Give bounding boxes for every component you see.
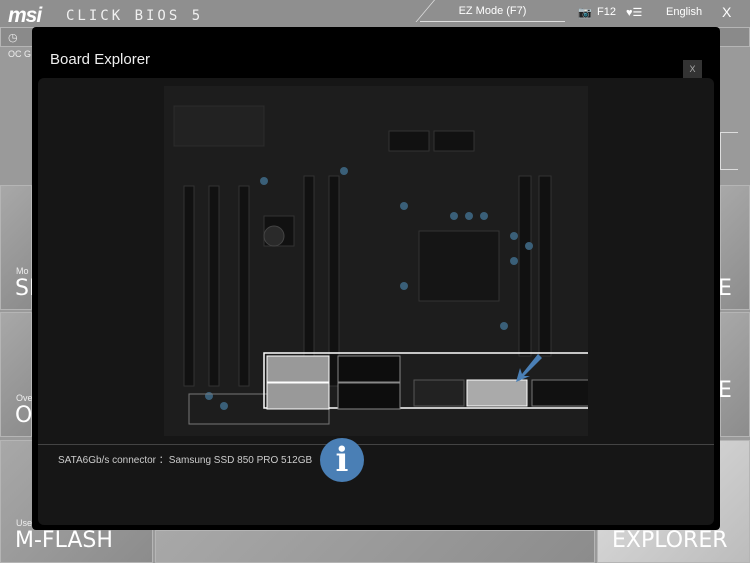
tile-title: EXPLORER	[612, 528, 728, 553]
favorites-icon[interactable]: ♥☰	[626, 6, 642, 19]
msi-logo: msi	[8, 4, 42, 27]
product-name: CLICK BIOS 5	[66, 8, 204, 24]
tile-label: Ove	[16, 393, 33, 403]
language-button[interactable]: English	[666, 6, 702, 18]
top-bar: msi CLICK BIOS 5 EZ Mode (F7) 📷 F12 ♥☰ E…	[0, 0, 750, 27]
center-tile	[155, 530, 595, 563]
tile-title: E	[718, 276, 732, 301]
dialog-body: SATA6Gb/s connector ：Samsung SSD 850 PRO…	[38, 78, 714, 525]
tile-label: Use	[16, 518, 33, 528]
motherboard-image[interactable]	[164, 86, 599, 436]
screenshot-key: F12	[597, 6, 616, 18]
dialog-title: Board Explorer	[50, 51, 151, 68]
right-frame	[720, 132, 738, 170]
tile-label: Mo	[16, 266, 29, 276]
dialog-close-button[interactable]: X	[683, 60, 702, 79]
oc-genie-label: OC G	[8, 49, 32, 59]
info-icon[interactable]: i	[320, 438, 364, 482]
motherboard-diagram	[164, 86, 599, 436]
right-tile[interactable]	[720, 312, 750, 437]
close-button[interactable]: X	[722, 4, 731, 20]
board-explorer-dialog: Board Explorer X SATA6Gb/s connector ：Sa…	[32, 27, 720, 530]
component-info-text: SATA6Gb/s connector ：Samsung SSD 850 PRO…	[58, 455, 313, 466]
camera-icon[interactable]: 📷	[578, 6, 592, 19]
tile-title: E	[718, 378, 732, 403]
tile-title: O	[15, 403, 33, 428]
ez-mode-button[interactable]: EZ Mode (F7)	[420, 0, 565, 22]
clock-icon: ◷	[8, 32, 18, 44]
divider	[38, 444, 714, 445]
tile-title: M-FLASH	[15, 528, 113, 553]
